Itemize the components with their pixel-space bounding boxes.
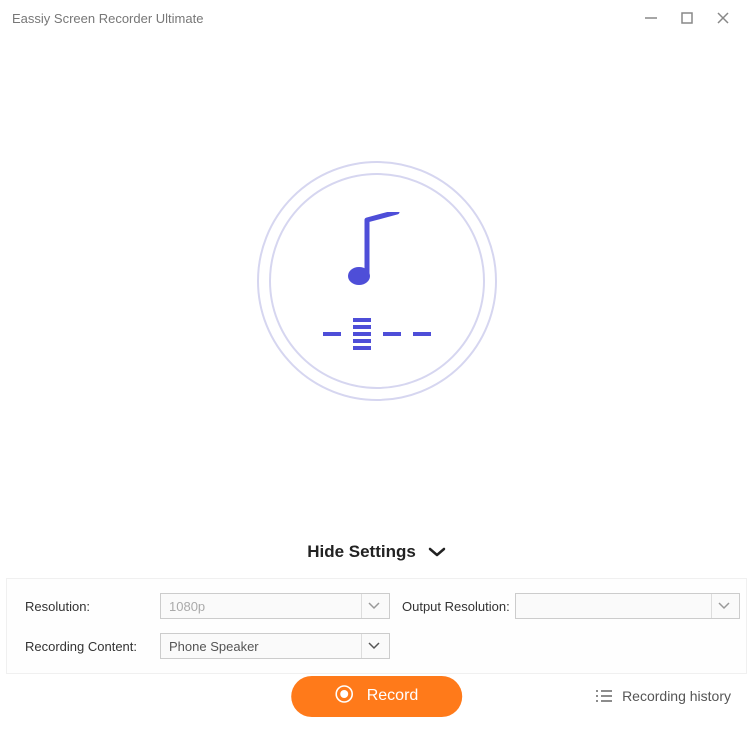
chevron-down-icon	[428, 546, 446, 558]
recording-content-select[interactable]: Phone Speaker	[160, 633, 390, 659]
maximize-button[interactable]	[669, 0, 705, 36]
maximize-icon	[681, 12, 693, 24]
footer: Record Recording history	[0, 674, 753, 730]
chevron-down-icon	[718, 602, 730, 610]
main-area	[0, 36, 753, 526]
settings-panel: Resolution: 1080p Output Resolution: Rec…	[6, 578, 747, 674]
hide-settings-toggle[interactable]: Hide Settings	[0, 526, 753, 578]
record-button[interactable]: Record	[291, 676, 463, 717]
window-title: Eassiy Screen Recorder Ultimate	[12, 11, 203, 26]
chevron-down-icon	[368, 642, 380, 650]
chevron-down-icon	[368, 602, 380, 610]
resolution-label: Resolution:	[25, 599, 160, 614]
recording-history-link[interactable]: Recording history	[596, 688, 731, 704]
output-resolution-select[interactable]	[515, 593, 740, 619]
titlebar: Eassiy Screen Recorder Ultimate	[0, 0, 753, 36]
output-resolution-label: Output Resolution:	[390, 599, 515, 614]
close-icon	[716, 11, 730, 25]
list-icon	[596, 689, 612, 703]
audio-record-graphic	[257, 161, 497, 401]
recording-content-label: Recording Content:	[25, 639, 160, 654]
resolution-select[interactable]: 1080p	[160, 593, 390, 619]
record-icon	[335, 685, 353, 708]
close-button[interactable]	[705, 0, 741, 36]
resolution-value: 1080p	[169, 599, 205, 614]
recording-history-label: Recording history	[622, 688, 731, 704]
hide-settings-label: Hide Settings	[307, 542, 416, 562]
minimize-icon	[644, 11, 658, 25]
recording-content-value: Phone Speaker	[169, 639, 259, 654]
minimize-button[interactable]	[633, 0, 669, 36]
record-label: Record	[367, 687, 419, 705]
